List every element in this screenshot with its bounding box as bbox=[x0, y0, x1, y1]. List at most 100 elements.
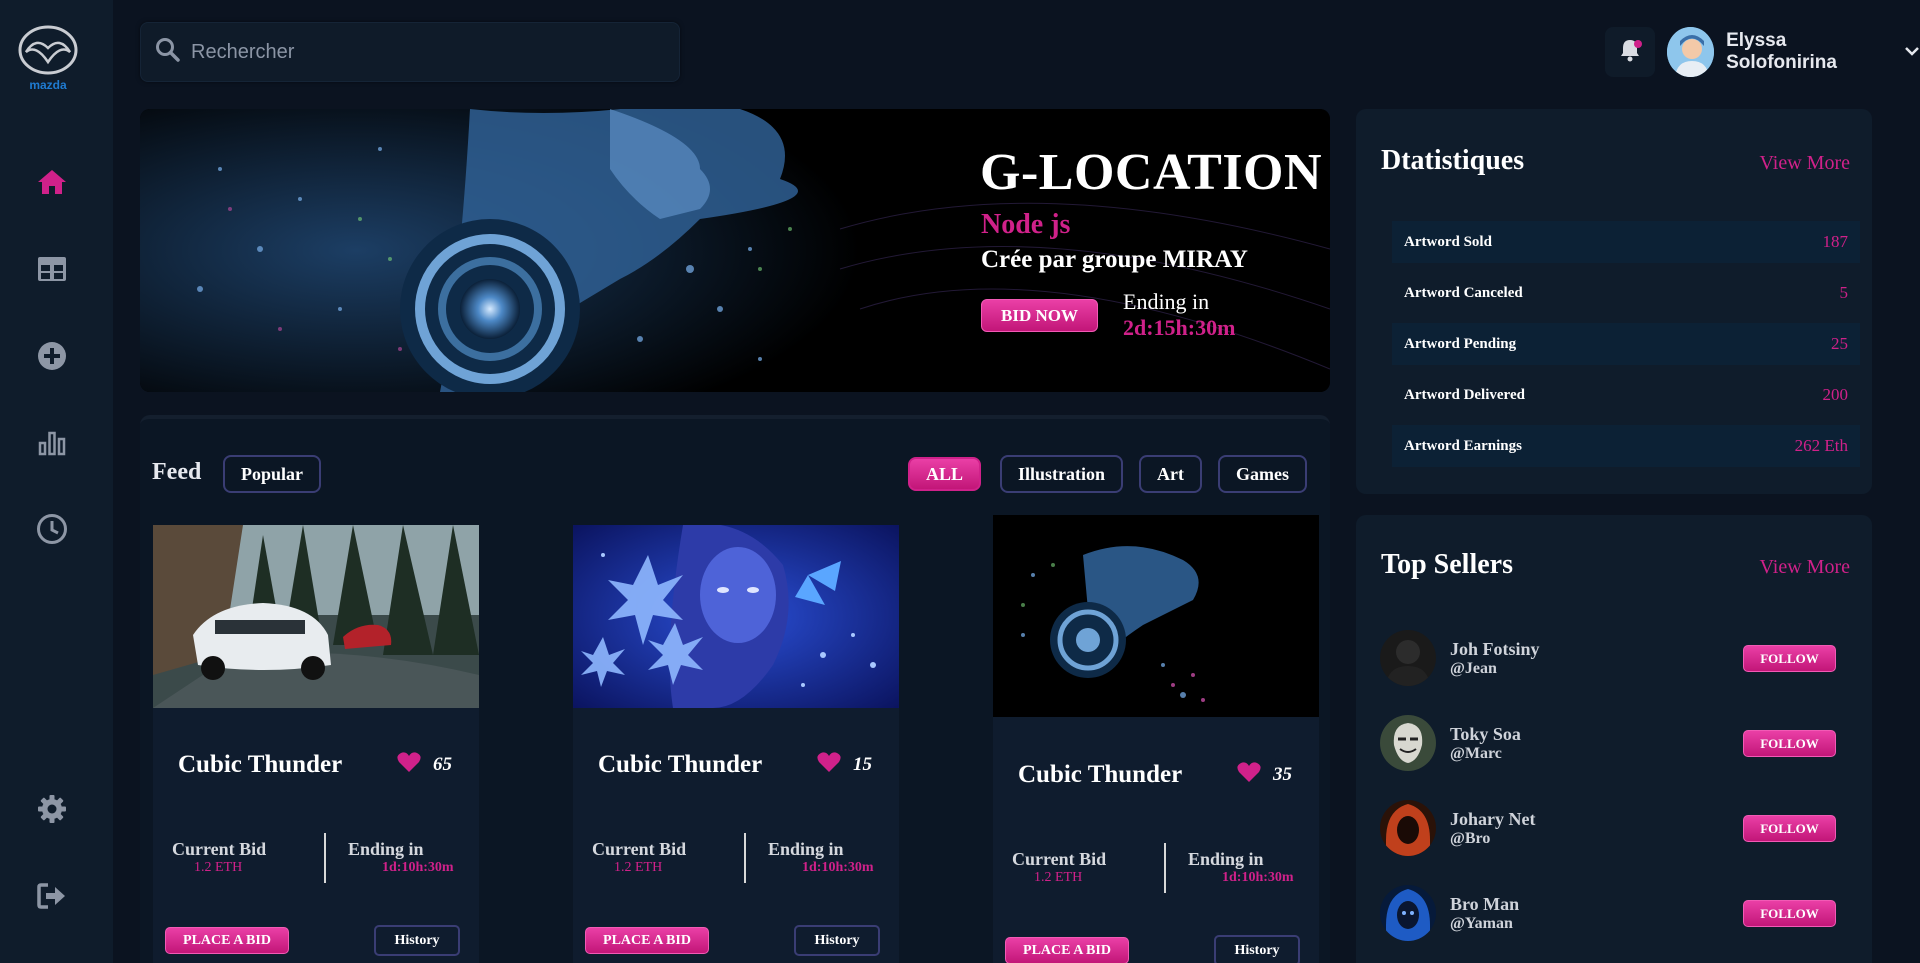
seller-handle: @Bro bbox=[1450, 830, 1491, 847]
history-button[interactable]: History bbox=[374, 925, 460, 956]
top-sellers-title: Top Sellers bbox=[1381, 549, 1513, 580]
artwork-image[interactable] bbox=[573, 525, 899, 708]
filter-illustration[interactable]: Illustration bbox=[1000, 455, 1124, 493]
card-title: Cubic Thunder bbox=[178, 751, 343, 778]
stat-row: Artword Canceled 5 bbox=[1392, 272, 1860, 314]
ending-label: Ending in bbox=[768, 839, 844, 859]
card-title: Cubic Thunder bbox=[1018, 761, 1183, 788]
search-input[interactable] bbox=[191, 40, 671, 64]
artwork-card: Cubic Thunder 35 Current Bid 1.2 ETH End… bbox=[993, 515, 1319, 963]
statistics-panel: Dtatistiques View More Artword Sold 187 … bbox=[1356, 109, 1872, 494]
hero-author: Crée par groupe MIRAY bbox=[981, 246, 1248, 273]
stat-row: Artword Sold 187 bbox=[1392, 221, 1860, 263]
seller-name: Johary Net bbox=[1450, 809, 1536, 829]
stat-label: Artword Delivered bbox=[1404, 386, 1525, 403]
seller-handle: @Yaman bbox=[1450, 915, 1513, 932]
popular-button[interactable]: Popular bbox=[223, 455, 322, 493]
notification-button[interactable] bbox=[1605, 27, 1655, 77]
hero-banner: G-LOCATION Node js Crée par groupe MIRAY… bbox=[140, 109, 1330, 392]
stat-label: Artword Pending bbox=[1404, 335, 1517, 352]
filter-all[interactable]: ALL bbox=[908, 457, 982, 491]
stat-row: Artword Pending 25 bbox=[1392, 323, 1860, 365]
search-icon bbox=[155, 37, 181, 68]
user-name: Elyssa Solofonirina bbox=[1726, 30, 1837, 73]
add-circle-icon[interactable] bbox=[34, 338, 70, 374]
avatar[interactable] bbox=[1380, 715, 1436, 771]
filter-art[interactable]: Art bbox=[1139, 455, 1202, 493]
current-bid-label: Current Bid bbox=[1012, 849, 1107, 869]
card-title: Cubic Thunder bbox=[598, 751, 763, 778]
bar-chart-icon[interactable] bbox=[34, 425, 70, 461]
seller-row: Bro Man @Yaman FOLLOW bbox=[1380, 885, 1850, 945]
ending-value: 1d:10h:30m bbox=[802, 860, 874, 875]
logout-icon[interactable] bbox=[34, 878, 70, 914]
likes: 15 bbox=[817, 751, 872, 779]
heart-icon[interactable] bbox=[397, 751, 421, 779]
seller-handle: @Marc bbox=[1450, 745, 1502, 762]
divider bbox=[1164, 843, 1166, 893]
artwork-card: Cubic Thunder 15 Current Bid 1.2 ETH End… bbox=[573, 525, 899, 963]
place-bid-button[interactable]: PLACE A BID bbox=[585, 927, 709, 954]
avatar[interactable] bbox=[1380, 630, 1436, 686]
filter-games[interactable]: Games bbox=[1218, 455, 1307, 493]
stat-value: 262 Eth bbox=[1794, 436, 1848, 455]
seller-row: Toky Soa @Marc FOLLOW bbox=[1380, 715, 1850, 775]
current-bid-value: 1.2 ETH bbox=[194, 860, 243, 875]
feed-title: Feed bbox=[152, 459, 202, 485]
divider bbox=[324, 833, 326, 883]
divider bbox=[744, 833, 746, 883]
follow-button[interactable]: FOLLOW bbox=[1743, 815, 1836, 842]
avatar bbox=[1667, 27, 1715, 77]
place-bid-button[interactable]: PLACE A BID bbox=[1005, 937, 1129, 963]
stat-value: 25 bbox=[1831, 334, 1848, 353]
stat-value: 5 bbox=[1839, 283, 1849, 302]
clock-icon[interactable] bbox=[34, 511, 70, 547]
gear-icon[interactable] bbox=[34, 791, 70, 827]
like-count: 15 bbox=[853, 754, 872, 775]
like-count: 65 bbox=[433, 754, 452, 775]
avatar[interactable] bbox=[1380, 800, 1436, 856]
heart-icon[interactable] bbox=[1237, 761, 1261, 789]
current-bid-value: 1.2 ETH bbox=[1034, 870, 1083, 885]
statistics-view-more-link[interactable]: View More bbox=[1760, 152, 1850, 175]
heart-icon[interactable] bbox=[817, 751, 841, 779]
seller-name: Joh Fotsiny bbox=[1450, 639, 1540, 659]
ending-value: 1d:10h:30m bbox=[382, 860, 454, 875]
feed-panel: Feed Popular ALL Illustration Art Games … bbox=[140, 415, 1330, 963]
user-menu[interactable]: Elyssa Solofonirina bbox=[1667, 27, 1920, 77]
seller-name: Bro Man bbox=[1450, 894, 1520, 914]
history-button[interactable]: History bbox=[794, 925, 880, 956]
ending-label: Ending in bbox=[1188, 849, 1264, 869]
seller-name: Toky Soa bbox=[1450, 724, 1521, 744]
statistics-title: Dtatistiques bbox=[1381, 145, 1525, 176]
stat-row: Artword Delivered 200 bbox=[1392, 374, 1860, 416]
history-button[interactable]: History bbox=[1214, 935, 1300, 963]
stat-value: 200 bbox=[1822, 385, 1849, 404]
stat-label: Artword Sold bbox=[1404, 233, 1492, 250]
hero-title: G-LOCATION bbox=[980, 144, 1323, 201]
chevron-down-icon[interactable] bbox=[1904, 43, 1920, 61]
svg-text:mazda: mazda bbox=[29, 78, 67, 92]
table-icon[interactable] bbox=[34, 251, 70, 287]
stat-value: 187 bbox=[1822, 232, 1849, 251]
home-icon[interactable] bbox=[34, 164, 70, 200]
artwork-image[interactable] bbox=[153, 525, 479, 708]
artwork-image[interactable] bbox=[993, 515, 1319, 717]
top-sellers-view-more-link[interactable]: View More bbox=[1760, 556, 1850, 579]
bid-now-button[interactable]: BID NOW bbox=[981, 299, 1098, 332]
ending-value: 1d:10h:30m bbox=[1222, 870, 1294, 885]
follow-button[interactable]: FOLLOW bbox=[1743, 900, 1836, 927]
notification-dot bbox=[1634, 40, 1642, 48]
hero-ending-time: 2d:15h:30m bbox=[1123, 315, 1236, 340]
stat-row: Artword Earnings 262 Eth bbox=[1392, 425, 1860, 467]
follow-button[interactable]: FOLLOW bbox=[1743, 730, 1836, 757]
place-bid-button[interactable]: PLACE A BID bbox=[165, 927, 289, 954]
mazda-logo[interactable]: mazda bbox=[16, 22, 80, 92]
follow-button[interactable]: FOLLOW bbox=[1743, 645, 1836, 672]
likes: 35 bbox=[1237, 761, 1292, 789]
stat-label: Artword Earnings bbox=[1404, 437, 1522, 454]
like-count: 35 bbox=[1273, 764, 1292, 785]
top-sellers-panel: Top Sellers View More Joh Fotsiny @Jean … bbox=[1356, 515, 1872, 963]
avatar[interactable] bbox=[1380, 885, 1436, 941]
stat-label: Artword Canceled bbox=[1404, 284, 1523, 301]
